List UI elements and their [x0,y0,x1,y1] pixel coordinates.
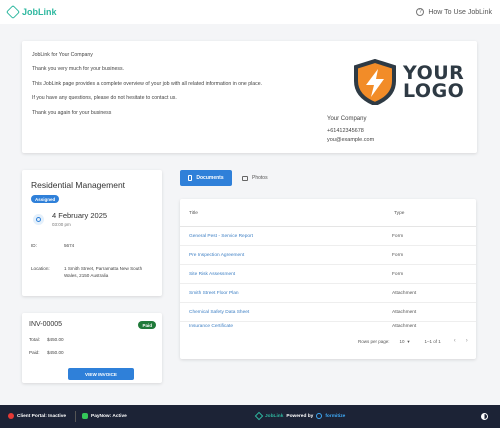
logo-word-bottom: LOGO [403,80,465,102]
status-badge: Assigned [31,195,60,203]
letter-line: Thank you again for your business [32,109,112,116]
formitize-name[interactable]: formitize [325,414,345,419]
table-header: Title Type [180,199,476,227]
table-row[interactable]: General Pest - Service Report Form [180,227,476,246]
client-portal-label: Client Portal: Inactive [17,413,67,419]
joblink-footer-icon [254,411,264,421]
powered-by-label: Powered by [286,413,314,419]
document-link[interactable]: Chemical Safety Data Sheet [189,310,249,315]
job-date-row: 4 February 2025 03:00 pm [33,211,107,227]
document-type: Form [392,253,404,258]
footer-bar: Client Portal: Inactive PayNow: Active J… [0,405,500,428]
caret-down-icon[interactable]: ▼ [407,339,411,344]
invoice-total-value: $450.00 [47,337,64,342]
invoice-total-label: Total: [29,337,40,342]
pagination: Rows per page: 10 ▼ 1–1 of 1 ‹ › [358,338,468,344]
document-type: Form [392,234,404,239]
invoice-card: INV-00005 Paid Total: $450.00 Paid: $450… [22,313,162,383]
column-header-title: Title [189,211,198,216]
rows-per-page-select[interactable]: 10 [400,339,405,344]
how-to-link[interactable]: ? How To Use JobLink [416,8,492,16]
job-location-value: 1 Smith Street, Parramatta New South Wal… [64,266,143,278]
brand-name: JobLink [22,7,57,17]
tab-photos-label: Photos [252,175,268,181]
letter-line: This JobLink page provides a complete ov… [32,80,263,87]
invoice-paid-value: $450.00 [47,350,64,355]
invoice-number: INV-00005 [29,321,63,328]
brand-logo[interactable]: JobLink [5,4,57,20]
welcome-letter-card: JobLink for Your Company Thank you very … [22,41,477,153]
top-bar: JobLink ? How To Use JobLink [0,0,500,24]
table-row[interactable]: Pre Inspection Agreement Form [180,246,476,265]
joblink-logo-icon [5,4,21,20]
document-type: Attachment [392,324,417,329]
document-link[interactable]: Insurance Certificate [189,324,233,329]
table-row[interactable]: Insurance Certificate Attachment [180,317,476,336]
job-id-value: 5674 [64,243,75,248]
image-icon [242,175,248,181]
paynow-status: PayNow: Active [82,413,127,419]
paynow-icon [82,413,88,419]
footer-brand: JobLink [265,413,284,419]
theme-toggle-icon[interactable] [481,413,488,420]
page-range: 1–1 of 1 [424,338,441,344]
tab-documents-label: Documents [196,175,224,181]
document-icon [188,175,193,181]
company-email: you@example.com [327,137,375,143]
document-type: Form [392,272,404,277]
how-to-label: How To Use JobLink [428,8,492,16]
job-date: 4 February 2025 [52,211,108,220]
document-link[interactable]: Smith Street Floor Plan [189,291,239,296]
document-type: Attachment [392,291,417,296]
company-name: Your Company [327,116,367,122]
invoice-paid-row: Paid: $450.00 [29,350,64,355]
company-phone: +61412345678 [327,128,364,134]
column-header-type: Type [394,211,405,216]
company-logo: YOUR LOGO [353,59,464,105]
job-id-label: ID: [31,243,37,248]
document-link[interactable]: Pre Inspection Agreement [189,253,244,258]
invoice-paid-label: Paid: [29,350,40,355]
help-icon: ? [416,8,425,16]
tab-photos[interactable]: Photos [242,175,268,181]
paynow-label: PayNow: Active [91,413,127,419]
job-time: 03:00 pm [52,222,71,227]
view-invoice-button[interactable]: VIEW INVOICE [68,368,134,380]
documents-table: Title Type General Pest - Service Report… [180,199,476,359]
formitize-icon [316,413,323,419]
tab-bar: Documents Photos [180,170,268,186]
rows-per-page-label: Rows per page: [358,338,390,344]
powered-by: JobLink Powered by formitize [254,411,345,421]
letter-line: If you have any questions, please do not… [32,95,177,102]
invoice-total-row: Total: $450.00 [29,337,64,342]
table-row[interactable]: Smith Street Floor Plan Attachment [180,284,476,303]
paid-badge: Paid [138,321,156,329]
next-page-icon[interactable]: › [466,338,468,344]
document-type: Attachment [392,310,417,315]
document-link[interactable]: General Pest - Service Report [189,234,253,239]
clock-icon [33,213,44,225]
table-row[interactable]: Site Risk Assessment Form [180,265,476,284]
letter-line: JobLink for Your Company [32,52,93,58]
document-link[interactable]: Site Risk Assessment [189,272,235,277]
prev-page-icon[interactable]: ‹ [454,338,456,344]
company-contact: Your Company +61412345678 you@example.co… [327,116,374,147]
letter-line: Thank you very much for your business. [32,66,124,73]
letter-text: JobLink for Your Company Thank you very … [32,52,263,125]
job-title: Residential Management [31,180,126,190]
client-portal-status: Client Portal: Inactive [8,413,66,419]
tab-documents[interactable]: Documents [180,170,232,186]
footer-divider [75,411,76,422]
client-portal-icon [8,413,14,419]
shield-bolt-icon [354,59,396,105]
job-details-card: Residential Management Assigned 4 Februa… [22,170,162,296]
job-location-label: Location: [31,266,50,271]
